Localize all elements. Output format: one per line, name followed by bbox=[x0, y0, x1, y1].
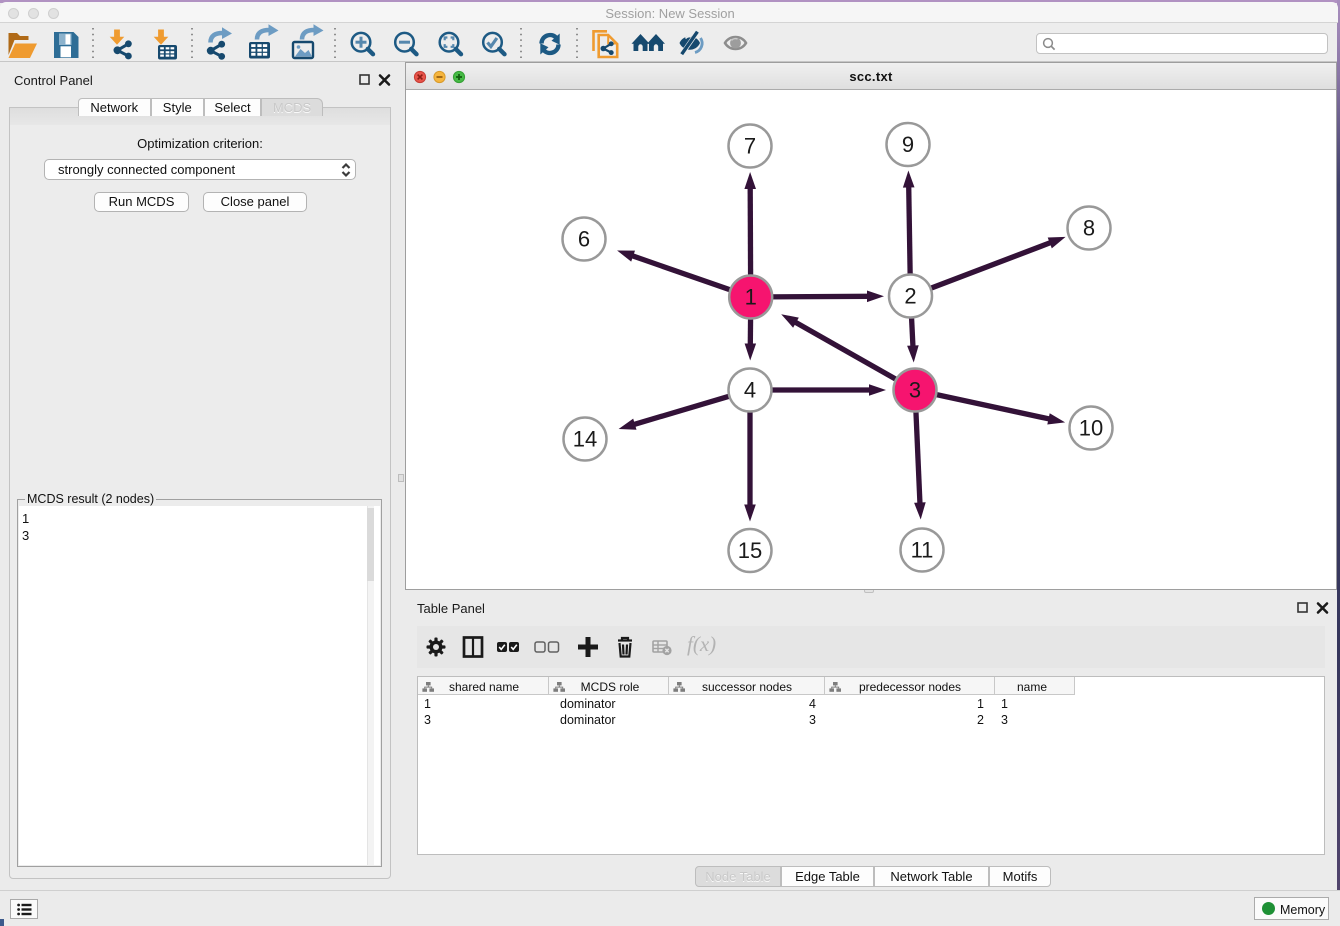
svg-text:7: 7 bbox=[744, 134, 756, 159]
svg-text:3: 3 bbox=[909, 378, 921, 403]
svg-text:15: 15 bbox=[738, 538, 762, 563]
svg-text:4: 4 bbox=[744, 378, 756, 403]
svg-text:1: 1 bbox=[745, 285, 757, 310]
svg-text:2: 2 bbox=[904, 284, 916, 309]
svg-text:14: 14 bbox=[573, 427, 597, 452]
svg-text:11: 11 bbox=[911, 538, 934, 563]
svg-text:10: 10 bbox=[1079, 416, 1103, 441]
svg-text:6: 6 bbox=[578, 227, 590, 252]
svg-text:9: 9 bbox=[902, 132, 914, 157]
svg-text:8: 8 bbox=[1083, 216, 1095, 241]
